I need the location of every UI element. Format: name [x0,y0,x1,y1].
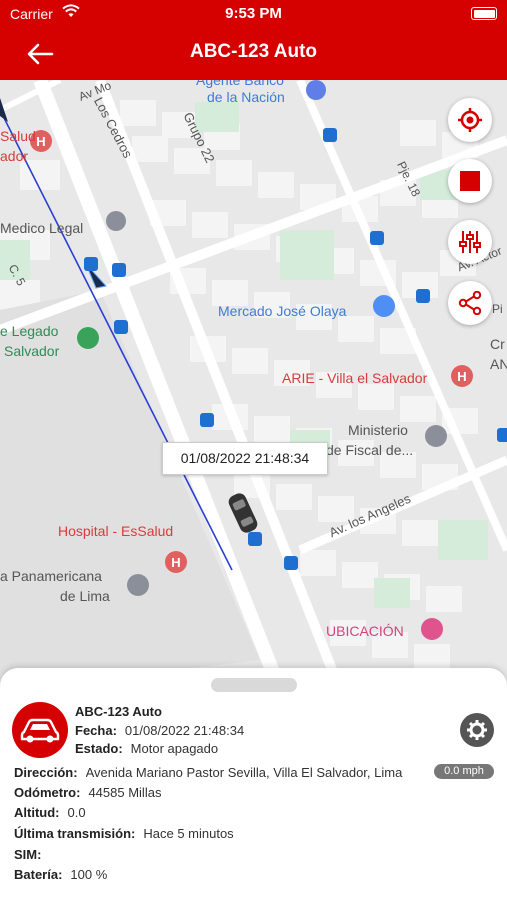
map-label-an: AN [490,356,507,372]
map-label-cr: Cr [490,336,505,352]
map-label-ador: ador [0,148,29,164]
svg-text:H: H [171,555,180,570]
page-title: ABC-123 Auto [189,41,318,62]
map-view[interactable]: H H H Agente Banco de la Nación Av Mo Lo… [0,80,507,690]
transmision-row: Última transmisión: Hace 5 minutos [14,826,234,841]
share-icon [458,291,482,315]
map-label-mercado: Mercado José Olaya [218,303,347,319]
share-button[interactable] [448,281,492,325]
map-label-nacion: de la Nación [207,89,285,105]
svg-text:H: H [457,369,466,384]
speed-badge: 0.0 mph [434,764,494,779]
direccion-value: Avenida Mariano Pastor Sevilla, Villa El… [85,765,403,780]
vehicle-name: ABC-123 Auto [75,704,162,719]
odometro-label: Odómetro: [14,785,81,800]
odometro-value: 44585 Millas [88,785,162,800]
map-label-panamericana: a Panamericana [0,568,102,584]
map-label-pi: Pi [492,302,503,316]
vehicle-avatar [12,702,68,758]
gear-icon [467,720,487,740]
map-label-salud: Salud [0,128,36,144]
map-label-ministerio: Ministerio [348,422,408,438]
vehicle-info-panel: ABC-123 Auto Fecha: 01/08/2022 21:48:34 E… [0,668,507,900]
map-label-legado: e Legado [0,323,59,339]
map-label-banco: Agente Banco [196,80,284,88]
settings-button[interactable] [460,713,494,747]
stop-icon [460,171,480,191]
bateria-value: 100 % [70,867,108,882]
map-label-arie: ARIE - Villa el Salvador [282,370,428,386]
odometro-row: Odómetro: 44585 Millas [14,785,161,800]
status-bar: Carrier 9:53 PM [0,0,507,28]
map-label-salvador: Salvador [4,343,60,359]
drag-handle[interactable] [211,678,297,692]
altitud-value: 0.0 [67,805,86,820]
nav-bar: ABC-123 Auto [0,28,507,80]
locate-button[interactable] [448,98,492,142]
fecha-label: Fecha: [75,723,117,738]
position-timestamp-tooltip: 01/08/2022 21:48:34 [162,442,328,475]
map-label-fiscal: de Fiscal de... [326,442,414,458]
transmision-label: Última transmisión: [14,826,136,841]
altitud-label: Altitud: [14,805,60,820]
direccion-label: Dirección: [14,765,78,780]
sim-row: SIM: [14,847,49,862]
estado-label: Estado: [75,741,123,756]
map-label-medico-legal: Medico Legal [0,220,84,236]
direccion-row: Dirección: Avenida Mariano Pastor Sevilla… [14,765,416,780]
target-icon [458,108,482,132]
map-label-de-lima: de Lima [60,588,110,604]
altitud-row: Altitud: 0.0 [14,805,86,820]
estado-value: Motor apagado [130,741,219,756]
filter-button[interactable] [448,220,492,264]
estado-row: Estado: Motor apagado [75,741,218,756]
transmision-value: Hace 5 minutos [143,826,234,841]
stop-tracking-button[interactable] [448,159,492,203]
bateria-label: Batería: [14,867,63,882]
battery-icon [471,7,497,20]
map-label-hospital: Hospital - EsSalud [58,523,174,539]
car-icon [20,718,60,743]
svg-text:H: H [36,134,45,149]
sim-label: SIM: [14,847,42,862]
fecha-value: 01/08/2022 21:48:34 [124,723,245,738]
fecha-row: Fecha: 01/08/2022 21:48:34 [75,723,244,738]
sliders-icon [459,231,481,253]
map-label-ubicacion: UBICACIÓN [326,623,404,639]
status-time: 9:53 PM [225,5,282,22]
bateria-row: Batería: 100 % [14,867,107,882]
